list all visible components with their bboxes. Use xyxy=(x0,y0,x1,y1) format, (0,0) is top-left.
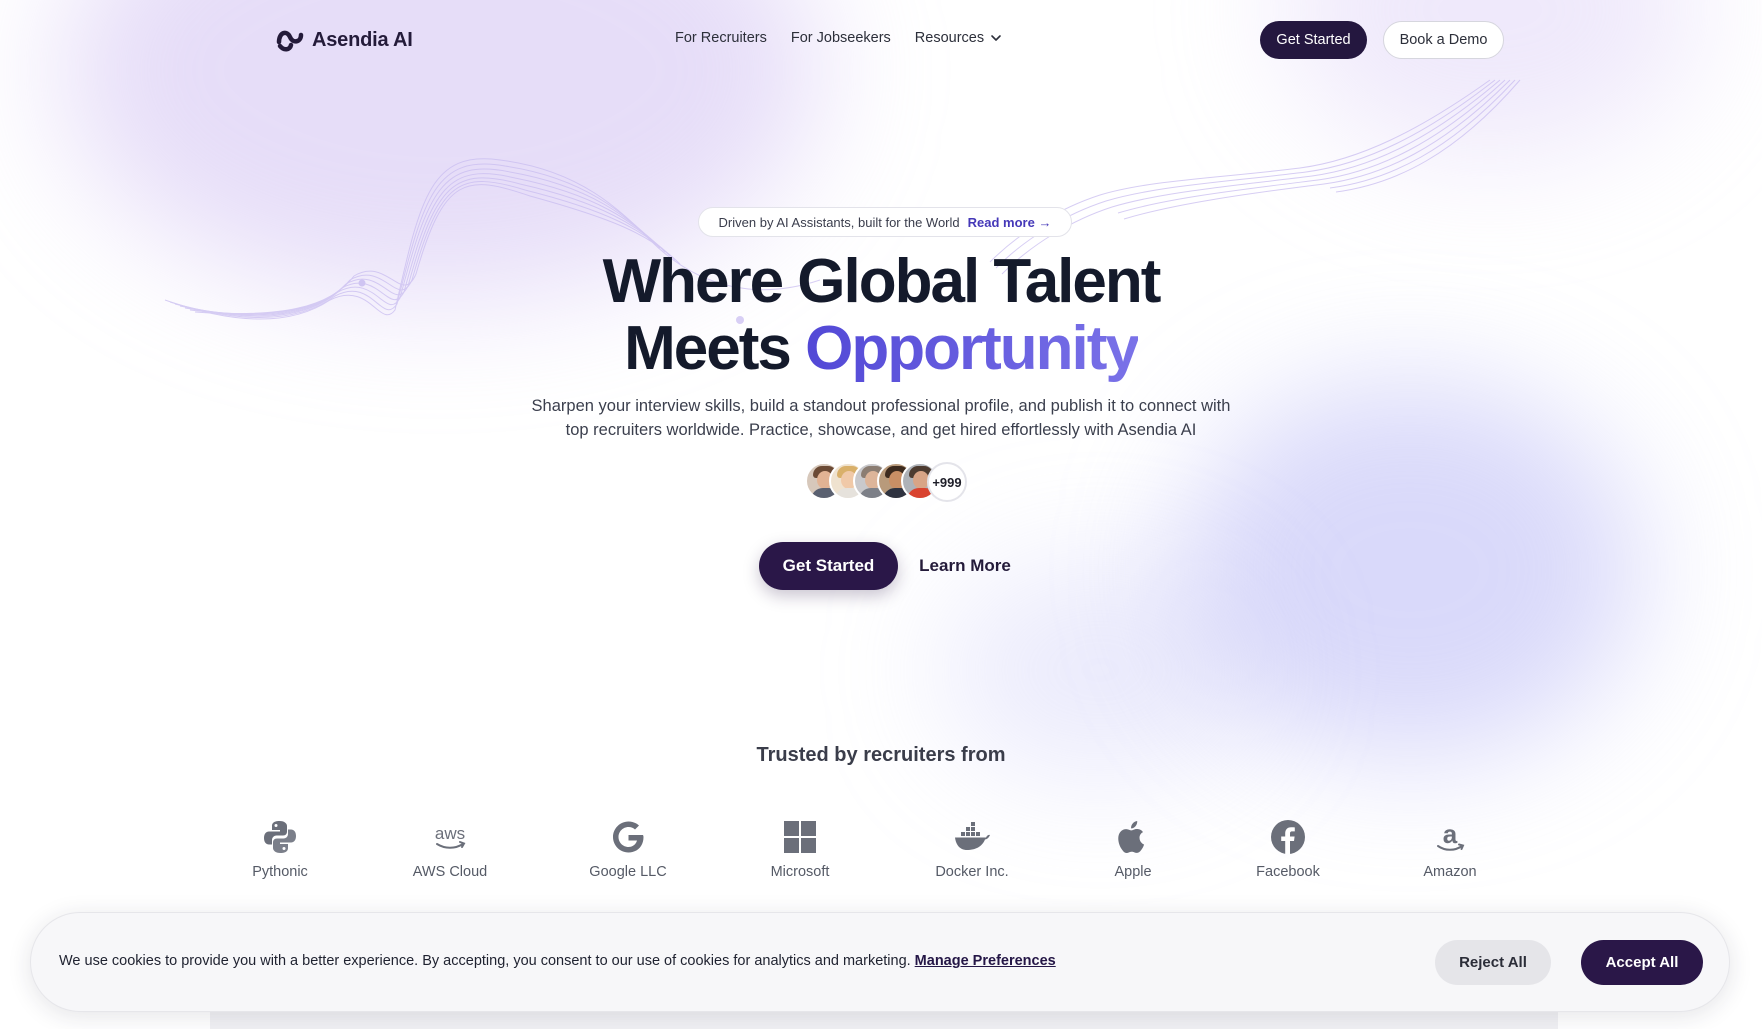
hero-title-line2-plain: Meets xyxy=(624,314,792,383)
nav-resources-label: Resources xyxy=(914,30,985,46)
hero-title: Where Global Talent Meets Opportunity xyxy=(0,248,1762,382)
cookie-message-text: We use cookies to provide you with a bet… xyxy=(59,953,911,969)
company-logo-google: Google LLC xyxy=(558,818,698,880)
docker-icon xyxy=(955,822,990,850)
hero-title-line1: Where Global Talent xyxy=(602,247,1162,316)
company-logo-pythonic: Pythonic xyxy=(210,818,350,880)
svg-text:a: a xyxy=(1443,819,1458,849)
company-logo-docker: Docker Inc. xyxy=(902,818,1042,880)
learn-more-button[interactable]: Learn More xyxy=(910,542,1020,590)
company-logo-amazon: a Amazon xyxy=(1380,818,1520,880)
company-name: Google LLC xyxy=(589,864,667,880)
aws-icon: aws xyxy=(435,824,466,849)
apple-icon xyxy=(1118,821,1145,854)
header-get-started-button[interactable]: Get Started xyxy=(1260,21,1367,59)
cookie-message: We use cookies to provide you with a bet… xyxy=(59,953,1056,969)
brand-name: Asendia AI xyxy=(312,28,413,51)
company-name: Microsoft xyxy=(770,864,830,880)
google-icon xyxy=(613,821,644,853)
svg-text:aws: aws xyxy=(435,824,465,843)
company-logo-facebook: Facebook xyxy=(1218,818,1358,880)
company-name: Amazon xyxy=(1423,864,1477,880)
company-logos: Pythonic aws AWS Cloud Google LLC Micros… xyxy=(0,818,1762,888)
read-more-link[interactable]: Read more → xyxy=(968,215,1052,230)
hero-title-accent: Opportunity xyxy=(805,314,1140,383)
announcement-pill: Driven by AI Assistants, built for the W… xyxy=(698,207,1072,237)
brand-logo[interactable]: Asendia AI xyxy=(276,26,413,54)
company-name: Docker Inc. xyxy=(935,864,1009,880)
book-demo-button[interactable]: Book a Demo xyxy=(1383,21,1504,59)
manage-preferences-link[interactable]: Manage Preferences xyxy=(915,953,1056,969)
avatar-count-badge: +999 xyxy=(927,462,967,502)
site-header: Asendia AI For Recruiters For Jobseekers… xyxy=(0,0,1762,80)
nav-for-recruiters[interactable]: For Recruiters xyxy=(675,30,767,46)
chevron-down-icon xyxy=(991,35,1001,41)
company-name: Pythonic xyxy=(252,864,308,880)
nav-for-jobseekers[interactable]: For Jobseekers xyxy=(791,30,891,46)
company-logo-apple: Apple xyxy=(1063,818,1203,880)
wave-logo-icon xyxy=(276,30,304,52)
microsoft-icon xyxy=(784,821,816,853)
main-nav: For Recruiters For Jobseekers Resources xyxy=(675,30,1002,46)
hero-get-started-button[interactable]: Get Started xyxy=(759,542,898,590)
cookie-consent-banner: We use cookies to provide you with a bet… xyxy=(30,912,1730,1012)
trusted-heading: Trusted by recruiters from xyxy=(756,744,1006,766)
nav-resources-dropdown[interactable]: Resources xyxy=(915,30,1002,46)
amazon-icon: a xyxy=(1437,819,1465,851)
hero-subtitle: Sharpen your interview skills, build a s… xyxy=(531,397,1231,439)
company-name: Apple xyxy=(1114,864,1152,880)
announcement-text: Driven by AI Assistants, built for the W… xyxy=(718,214,960,230)
accept-all-button[interactable]: Accept All xyxy=(1581,940,1703,985)
facebook-icon xyxy=(1271,820,1305,854)
company-logo-aws: aws AWS Cloud xyxy=(380,818,520,880)
python-icon xyxy=(264,821,296,853)
company-name: Facebook xyxy=(1256,864,1320,880)
company-name: AWS Cloud xyxy=(412,864,488,880)
company-logo-microsoft: Microsoft xyxy=(730,818,870,880)
user-avatar-stack: +999 xyxy=(805,462,967,502)
reject-all-button[interactable]: Reject All xyxy=(1435,940,1551,985)
